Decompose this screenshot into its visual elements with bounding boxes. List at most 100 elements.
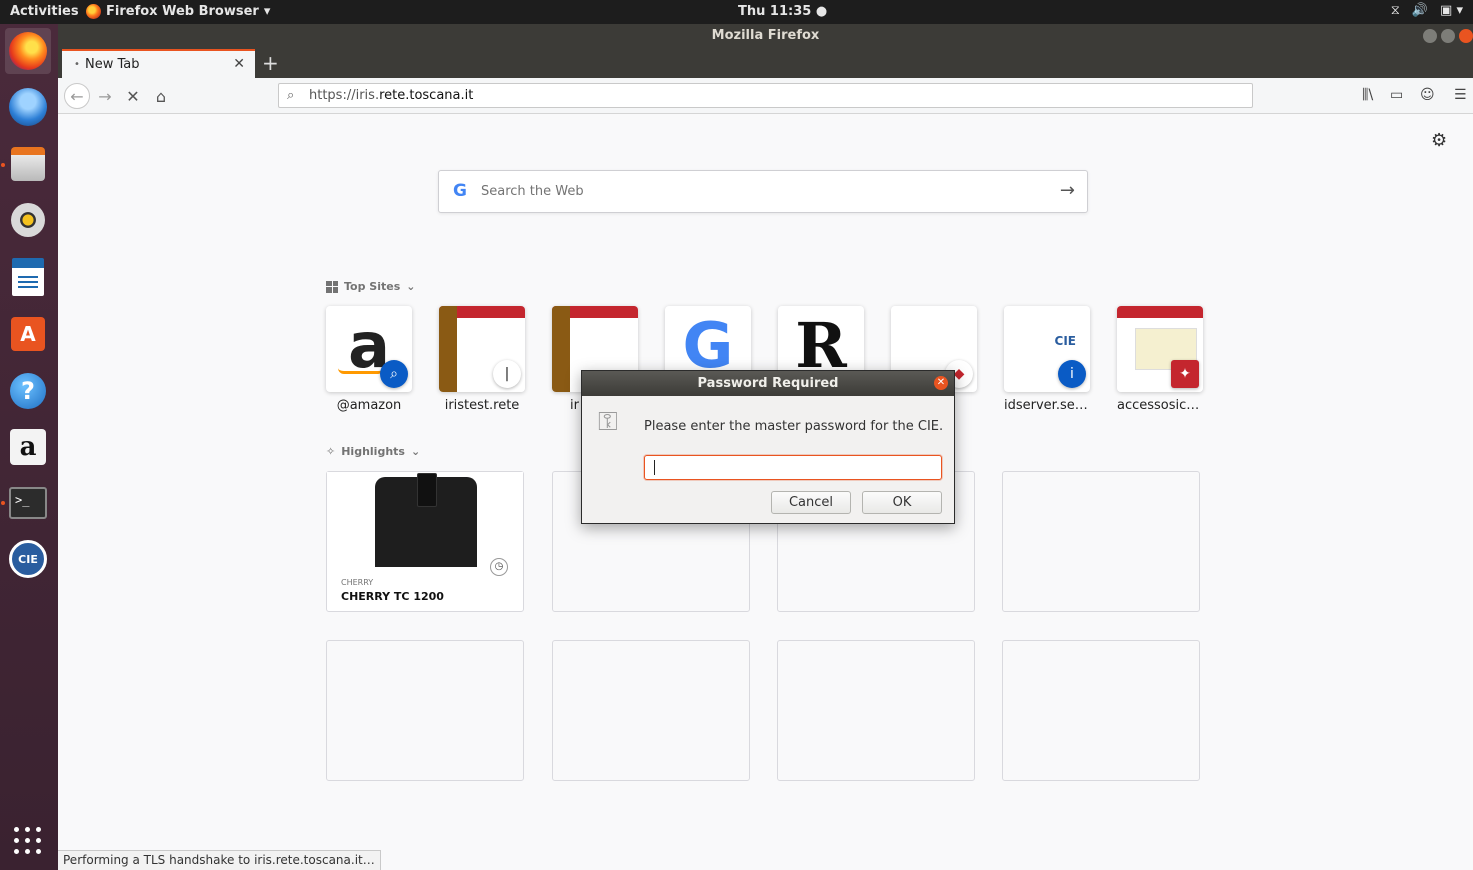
dialog-message: Please enter the master password for the… [644, 419, 944, 434]
activities-button[interactable]: Activities [10, 4, 79, 19]
url-bar[interactable]: ⌕ https://iris.rete.toscana.it [278, 83, 1253, 108]
highlight-placeholder [1002, 640, 1200, 781]
highlight-placeholder [777, 640, 975, 781]
dock: A ? a >_ CIE [0, 24, 58, 870]
hamburger-menu-icon[interactable]: ☰ [1454, 87, 1467, 103]
highlights-icon: ✧ [326, 445, 336, 458]
library-icon[interactable]: ⫼\ [1362, 87, 1373, 103]
search-placeholder: Search the Web [481, 184, 584, 199]
app-grid-icon [14, 827, 42, 855]
site-favicon-icon: ✦ [1171, 360, 1199, 388]
app-menu[interactable]: Firefox Web Browser ▾ [86, 4, 270, 19]
url-scheme: https://iris. [309, 88, 380, 103]
dock-writer[interactable] [5, 254, 51, 300]
dock-software[interactable]: A [5, 311, 51, 357]
site-label: iristest.rete [444, 398, 520, 413]
battery-icon: ▣ ▾ [1440, 3, 1463, 18]
maximize-button[interactable] [1441, 29, 1455, 43]
dock-terminal[interactable]: >_ [5, 480, 51, 526]
site-label: accessosicu… [1117, 398, 1203, 413]
amazon-smile-icon [338, 368, 384, 374]
card-source: CHERRY [341, 578, 374, 587]
system-tray[interactable]: ⧖ 🔊 ▣ ▾ [1391, 3, 1463, 18]
cancel-button[interactable]: Cancel [771, 491, 851, 514]
network-icon: ⧖ [1390, 3, 1400, 18]
gear-icon[interactable]: ⚙ [1431, 130, 1447, 151]
site-thumbnail: ✦ [1117, 306, 1203, 392]
password-input[interactable] [644, 455, 942, 480]
window-titlebar[interactable]: Mozilla Firefox [58, 24, 1473, 48]
top-site-idserver[interactable]: CIE i idserver.ser… [1004, 306, 1090, 413]
tab-new-tab[interactable]: • New Tab ✕ [62, 49, 255, 78]
stop-button[interactable]: ✕ [120, 83, 146, 109]
highlights-header[interactable]: ✧ Highlights ⌄ [326, 445, 420, 458]
password-dialog: Password Required ✕ ⚿ Please enter the m… [581, 370, 955, 524]
site-thumbnail: a ⌕ [326, 306, 412, 392]
search-icon: ⌕ [287, 88, 295, 103]
minimize-button[interactable] [1423, 29, 1437, 43]
rhythmbox-icon [11, 203, 45, 237]
card-title: CHERRY TC 1200 [341, 590, 444, 603]
close-icon[interactable]: ✕ [934, 376, 948, 390]
top-sites-header[interactable]: Top Sites ⌄ [326, 280, 415, 293]
clock[interactable]: Thu 11:35 ● [738, 4, 827, 19]
close-window-button[interactable] [1459, 29, 1473, 43]
top-site-amazon[interactable]: a ⌕ @amazon [326, 306, 412, 413]
home-button[interactable]: ⌂ [148, 83, 174, 109]
loading-dot-icon: • [74, 59, 80, 70]
card-reader-image [375, 473, 477, 567]
key-icon: ⚿ [598, 407, 618, 437]
dock-cieid[interactable]: CIE [5, 536, 51, 582]
account-icon[interactable]: ☺ [1420, 87, 1435, 103]
dock-amazon[interactable]: a [5, 424, 51, 470]
dock-help[interactable]: ? [5, 368, 51, 414]
site-favicon-icon: i [1058, 360, 1086, 388]
terminal-icon: >_ [9, 487, 47, 519]
tab-title: New Tab [85, 57, 140, 72]
search-badge-icon: ⌕ [380, 360, 408, 388]
tab-bar: • New Tab ✕ + [58, 48, 1473, 78]
highlight-placeholder [326, 640, 524, 781]
dialog-titlebar[interactable]: Password Required ✕ [582, 371, 954, 396]
site-favicon-icon: | [493, 360, 521, 388]
back-button[interactable]: ← [64, 83, 90, 109]
top-sites-title: Top Sites [344, 280, 401, 293]
site-thumbnail: | [439, 306, 525, 392]
highlight-card[interactable]: ◷ CHERRY CHERRY TC 1200 [326, 471, 524, 612]
new-tab-button[interactable]: + [262, 51, 279, 75]
dock-firefox[interactable] [5, 28, 51, 74]
volume-icon: 🔊 [1411, 3, 1429, 18]
cie-id-icon: CIE [9, 540, 47, 578]
chevron-down-icon: ⌄ [410, 445, 421, 458]
dock-thunderbird[interactable] [5, 84, 51, 130]
dock-files[interactable] [5, 141, 51, 187]
cie-id-logo-icon: CIE [1054, 334, 1076, 348]
amazon-icon: a [10, 429, 46, 465]
ok-button[interactable]: OK [862, 491, 942, 514]
site-thumbnail: CIE i [1004, 306, 1090, 392]
google-icon: G [453, 181, 467, 201]
card-image [327, 472, 523, 567]
window-controls [1423, 29, 1473, 43]
forward-button[interactable]: → [92, 83, 118, 109]
files-icon [11, 147, 45, 181]
show-applications-button[interactable] [5, 818, 51, 864]
dock-rhythmbox[interactable] [5, 197, 51, 243]
close-tab-button[interactable]: ✕ [233, 56, 245, 72]
web-search-box[interactable]: G Search the Web → [438, 170, 1088, 213]
status-bar: Performing a TLS handshake to iris.rete.… [58, 850, 381, 870]
highlight-placeholder [1002, 471, 1200, 612]
window-title: Mozilla Firefox [711, 28, 820, 43]
thunderbird-icon [9, 88, 47, 126]
highlight-placeholder [552, 640, 750, 781]
top-site-iristest[interactable]: | iristest.rete [439, 306, 525, 413]
chevron-down-icon: ▾ [263, 4, 271, 19]
writer-icon [12, 258, 44, 296]
arrow-right-icon[interactable]: → [1060, 180, 1075, 201]
sidebar-icon[interactable]: ▭ [1390, 87, 1403, 103]
highlights-title: Highlights [341, 445, 405, 458]
grid-icon [326, 280, 338, 293]
top-site-accessosicuro[interactable]: ✦ accessosicu… [1117, 306, 1203, 413]
app-menu-label: Firefox Web Browser [106, 4, 259, 19]
nav-bar: ← → ✕ ⌂ ⌕ https://iris.rete.toscana.it ⫼… [58, 78, 1473, 114]
